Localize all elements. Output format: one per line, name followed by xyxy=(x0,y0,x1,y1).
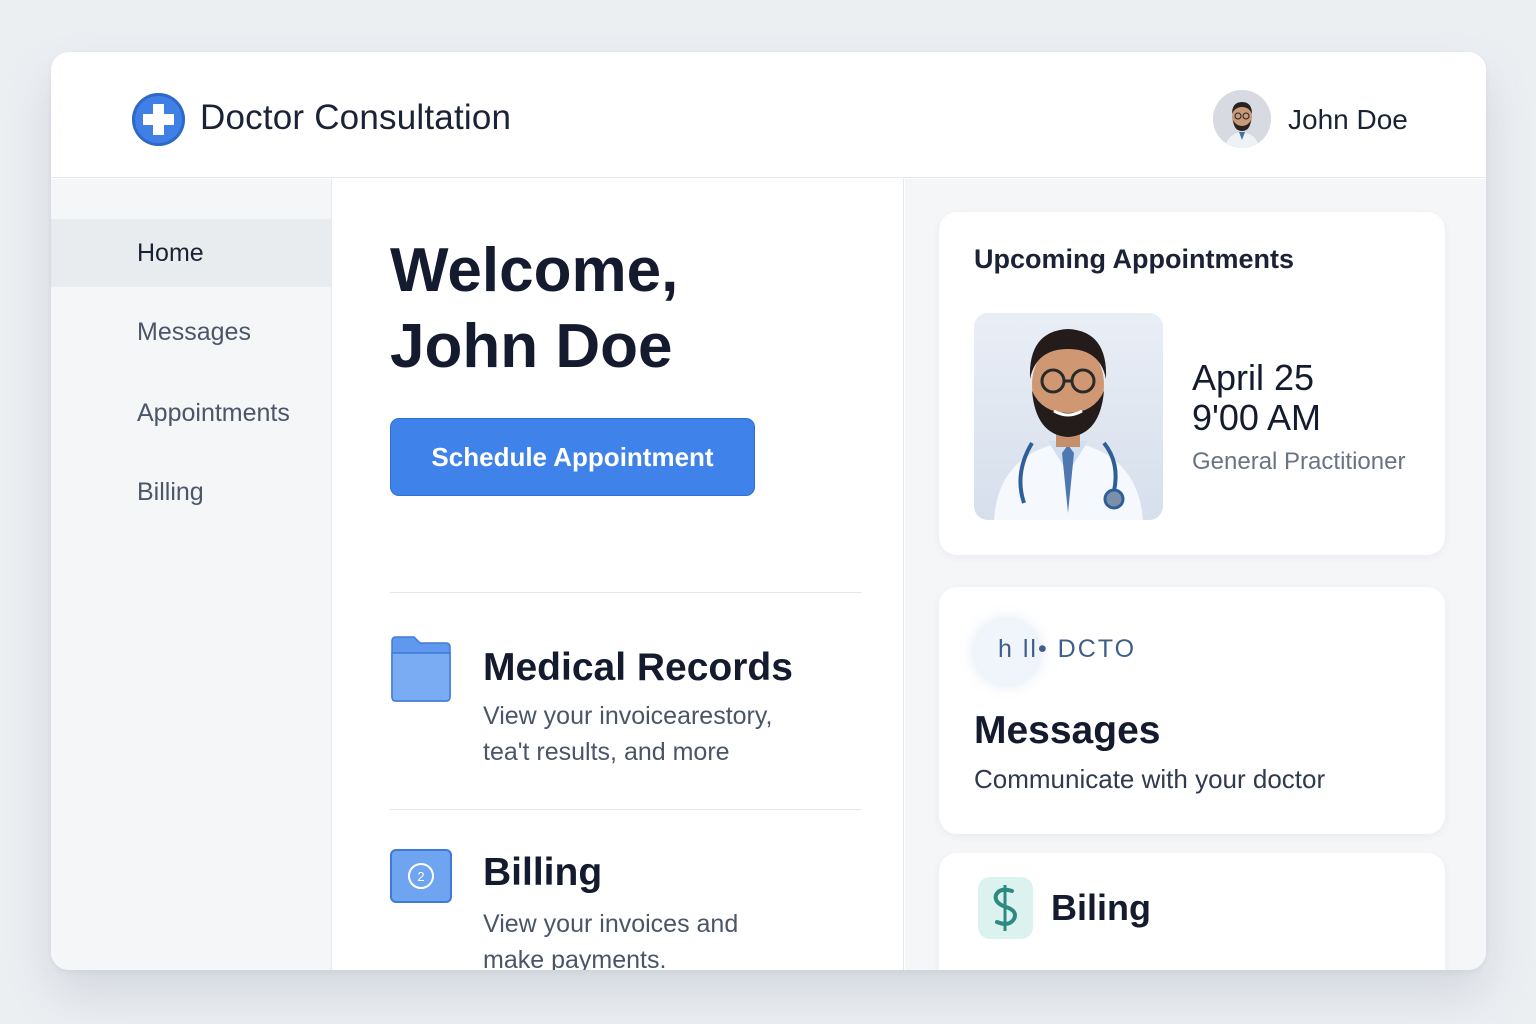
welcome-line-1: Welcome, xyxy=(390,236,679,305)
messages-card[interactable]: h ll• DCTO Messages Communicate with you… xyxy=(939,587,1445,834)
appointment-doctor-role: General Practitioner xyxy=(1192,448,1406,475)
divider xyxy=(390,592,862,593)
welcome-line-2: John Doe xyxy=(390,312,673,381)
sidebar: Home Messages Appointments Billing xyxy=(51,179,332,970)
sidebar-item-home[interactable]: Home xyxy=(51,219,332,287)
medical-records-desc-line-2: tea't results, and more xyxy=(483,738,730,766)
user-avatar[interactable] xyxy=(1213,90,1271,148)
billing-desc-line-1: View your invoices and xyxy=(483,910,739,938)
sidebar-item-appointments[interactable]: Appointments xyxy=(51,379,332,447)
schedule-appointment-button[interactable]: Schedule Appointment xyxy=(390,418,755,496)
medical-records-desc-line-1: View your invoicearestory, xyxy=(483,702,773,730)
right-panel: Upcoming Appointments April 25 9'00 AM G… xyxy=(905,179,1486,970)
svg-text:2: 2 xyxy=(417,869,424,884)
billing-card[interactable]: Biling xyxy=(939,853,1445,970)
appointment-date: April 25 xyxy=(1192,357,1315,398)
top-header: Doctor Consultation John Doe xyxy=(51,52,1486,178)
billing-desc-line-2: make payments. xyxy=(483,946,667,970)
messages-card-title: Messages xyxy=(974,709,1161,752)
sidebar-item-billing[interactable]: Billing xyxy=(51,458,332,526)
billing-icon[interactable]: 2 xyxy=(390,849,452,909)
medical-cross-logo-icon xyxy=(132,93,185,146)
app-title: Doctor Consultation xyxy=(200,98,512,137)
billing-description: View your invoices and make payments. xyxy=(483,906,863,970)
folder-icon[interactable] xyxy=(390,635,452,708)
billing-card-title: Biling xyxy=(1051,887,1151,928)
divider xyxy=(390,809,862,810)
medical-records-title[interactable]: Medical Records xyxy=(483,646,793,690)
header-user-name[interactable]: John Doe xyxy=(1288,104,1408,136)
sidebar-item-messages[interactable]: Messages xyxy=(51,298,332,366)
welcome-heading: Welcome, John Doe xyxy=(390,233,870,385)
upcoming-appointments-card[interactable]: Upcoming Appointments April 25 9'00 AM G… xyxy=(939,212,1445,555)
main-content: Welcome, John Doe Schedule Appointment M… xyxy=(333,179,904,970)
app-window: Doctor Consultation John Doe Home Messag… xyxy=(51,52,1486,970)
billing-title[interactable]: Billing xyxy=(483,851,602,895)
messages-card-description: Communicate with your doctor xyxy=(974,764,1326,794)
upcoming-appointments-heading: Upcoming Appointments xyxy=(974,244,1294,274)
doctor-photo xyxy=(974,313,1163,520)
appointment-time: 9'00 AM xyxy=(1192,397,1321,438)
message-chip-text: h ll• DCTO xyxy=(998,635,1137,663)
dollar-icon xyxy=(978,877,1033,939)
medical-records-description: View your invoicearestory, tea't results… xyxy=(483,698,863,770)
